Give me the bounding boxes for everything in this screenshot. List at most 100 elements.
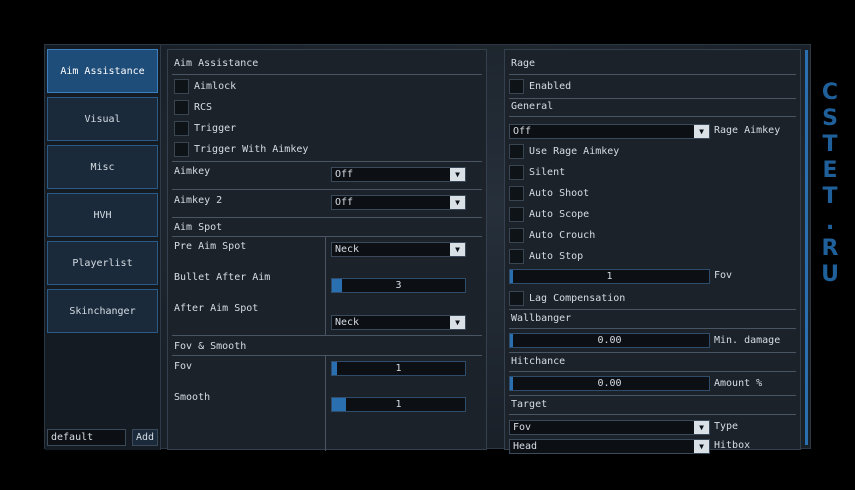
checkbox-lag-compensation[interactable]: Lag Compensation xyxy=(509,291,625,306)
divider xyxy=(509,414,796,415)
chevron-down-icon[interactable]: ▼ xyxy=(694,125,709,138)
chevron-down-icon[interactable]: ▼ xyxy=(694,440,709,453)
checkbox-label: Trigger With Aimkey xyxy=(194,144,309,155)
dropdown-value: Neck xyxy=(335,244,360,255)
checkbox-trigger[interactable]: Trigger xyxy=(174,121,236,136)
hitbox-dropdown[interactable]: Head ▼ xyxy=(509,439,710,454)
sidebar: Aim Assistance Visual Misc HVH Playerlis… xyxy=(45,45,161,450)
divider xyxy=(509,98,796,99)
checkbox-box[interactable] xyxy=(174,79,189,94)
chevron-down-icon[interactable]: ▼ xyxy=(450,243,465,256)
chevron-down-icon[interactable]: ▼ xyxy=(694,421,709,434)
target-type-label: Type xyxy=(714,421,739,432)
dropdown-value: Off xyxy=(513,126,532,137)
checkbox-box[interactable] xyxy=(509,228,524,243)
aimkey-label: Aimkey xyxy=(174,166,211,177)
divider xyxy=(509,395,796,396)
chevron-down-icon[interactable]: ▼ xyxy=(450,168,465,181)
checkbox-box[interactable] xyxy=(509,186,524,201)
checkbox-auto-stop[interactable]: Auto Stop xyxy=(509,249,583,264)
slider-value: 1 xyxy=(395,363,402,374)
checkbox-box[interactable] xyxy=(509,79,524,94)
checkbox-label: Enabled xyxy=(529,81,572,92)
divider xyxy=(172,161,482,162)
checkbox-auto-crouch[interactable]: Auto Crouch xyxy=(509,228,595,243)
chevron-down-icon[interactable]: ▼ xyxy=(450,196,465,209)
slider-value: 1 xyxy=(395,399,402,410)
section-title-target: Target xyxy=(511,399,548,410)
divider xyxy=(509,328,796,329)
column-divider xyxy=(325,355,326,451)
rage-fov-slider[interactable]: 1 xyxy=(509,269,710,284)
column-divider xyxy=(325,236,326,335)
divider xyxy=(509,309,796,310)
checkbox-box[interactable] xyxy=(509,165,524,180)
checkbox-label: Auto Stop xyxy=(529,251,584,262)
bullet-after-aim-label: Bullet After Aim xyxy=(174,272,271,283)
tab-skinchanger[interactable]: Skinchanger xyxy=(47,289,158,333)
add-config-button[interactable]: Add xyxy=(132,429,158,446)
checkbox-box[interactable] xyxy=(174,121,189,136)
checkbox-box[interactable] xyxy=(509,144,524,159)
watermark-letter: . xyxy=(825,210,835,235)
cheat-menu-window: Aim Assistance Visual Misc HVH Playerlis… xyxy=(44,44,811,454)
checkbox-label: RCS xyxy=(194,102,213,113)
hitchance-slider[interactable]: 0.00 xyxy=(509,376,710,391)
section-title-fov-smooth: Fov & Smooth xyxy=(174,341,247,352)
checkbox-label: Use Rage Aimkey xyxy=(529,146,620,157)
divider xyxy=(172,189,482,190)
rage-aimkey-dropdown[interactable]: Off ▼ xyxy=(509,124,710,139)
checkbox-silent[interactable]: Silent xyxy=(509,165,565,180)
checkbox-box[interactable] xyxy=(509,291,524,306)
dropdown-value: Off xyxy=(335,197,354,208)
pre-aim-spot-label: Pre Aim Spot xyxy=(174,241,247,252)
tab-hvh[interactable]: HVH xyxy=(47,193,158,237)
tab-visual[interactable]: Visual xyxy=(47,97,158,141)
checkbox-box[interactable] xyxy=(509,207,524,222)
section-title-rage: Rage xyxy=(511,58,536,69)
dropdown-value: Fov xyxy=(513,422,532,433)
config-name-input[interactable] xyxy=(47,429,126,446)
checkbox-auto-scope[interactable]: Auto Scope xyxy=(509,207,589,222)
slider-value: 0.00 xyxy=(597,378,622,389)
tab-misc[interactable]: Misc xyxy=(47,145,158,189)
checkbox-aimlock[interactable]: Aimlock xyxy=(174,79,236,94)
target-type-dropdown[interactable]: Fov ▼ xyxy=(509,420,710,435)
watermark-letter: C xyxy=(821,80,839,105)
tab-aim-assistance[interactable]: Aim Assistance xyxy=(47,49,158,93)
checkbox-box[interactable] xyxy=(509,249,524,264)
checkbox-box[interactable] xyxy=(174,142,189,157)
fov-slider[interactable]: 1 xyxy=(331,361,466,376)
bullet-after-aim-slider[interactable]: 3 xyxy=(331,278,466,293)
checkbox-label: Aimlock xyxy=(194,81,237,92)
watermark-logo: C S T E T . R U xyxy=(818,80,842,288)
aim-assistance-panel: Aim Assistance Aimlock RCS Trigger Trigg… xyxy=(167,49,487,451)
hitchance-amount-label: Amount % xyxy=(714,378,763,389)
checkbox-rage-enabled[interactable]: Enabled xyxy=(509,79,571,94)
aimkey-dropdown[interactable]: Off ▼ xyxy=(331,167,466,182)
smooth-slider[interactable]: 1 xyxy=(331,397,466,412)
rage-aimkey-label: Rage Aimkey xyxy=(714,125,781,136)
scrollbar[interactable] xyxy=(805,50,808,445)
section-title-wallbanger: Wallbanger xyxy=(511,313,572,324)
slider-value: 3 xyxy=(395,280,402,291)
checkbox-box[interactable] xyxy=(174,100,189,115)
watermark-letter: U xyxy=(821,262,839,287)
checkbox-auto-shoot[interactable]: Auto Shoot xyxy=(509,186,589,201)
after-aim-spot-dropdown[interactable]: Neck ▼ xyxy=(331,315,466,330)
after-aim-spot-label: After Aim Spot xyxy=(174,303,259,314)
aimkey2-dropdown[interactable]: Off ▼ xyxy=(331,195,466,210)
checkbox-rcs[interactable]: RCS xyxy=(174,100,212,115)
checkbox-trigger-with-aimkey[interactable]: Trigger With Aimkey xyxy=(174,142,308,157)
min-damage-slider[interactable]: 0.00 xyxy=(509,333,710,348)
checkbox-label: Silent xyxy=(529,167,566,178)
slider-value: 1 xyxy=(606,271,613,282)
tab-playerlist[interactable]: Playerlist xyxy=(47,241,158,285)
pre-aim-spot-dropdown[interactable]: Neck ▼ xyxy=(331,242,466,257)
checkbox-use-rage-aimkey[interactable]: Use Rage Aimkey xyxy=(509,144,619,159)
chevron-down-icon[interactable]: ▼ xyxy=(450,316,465,329)
checkbox-label: Lag Compensation xyxy=(529,293,626,304)
dropdown-value: Neck xyxy=(335,317,360,328)
divider xyxy=(509,116,796,117)
min-damage-label: Min. damage xyxy=(714,335,781,346)
